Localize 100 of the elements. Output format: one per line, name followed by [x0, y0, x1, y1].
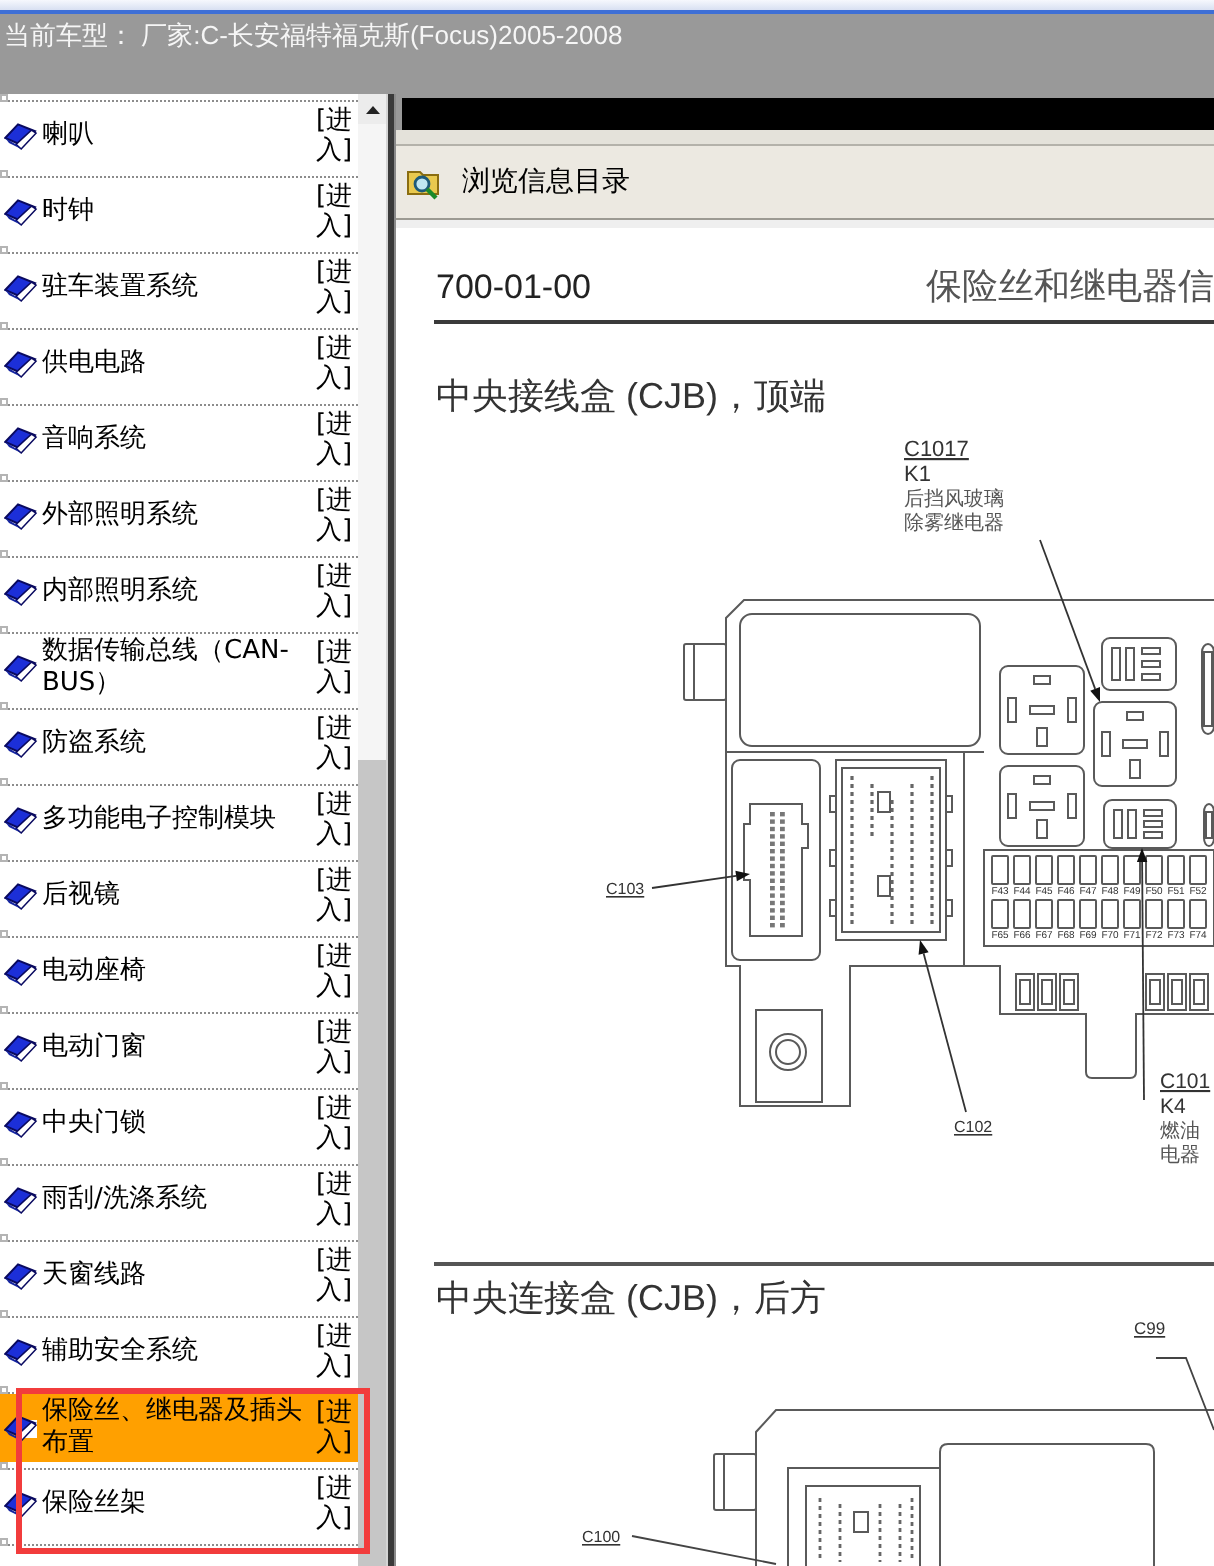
enter-link[interactable]: [进入]: [316, 1474, 356, 1534]
sidebar-item[interactable]: 天窗线路 [进入]: [0, 1242, 358, 1310]
item-label: 防盗系统: [42, 728, 148, 760]
marker-icon: [0, 94, 8, 102]
fuse-slot: [1013, 855, 1031, 885]
terminal-block: [1059, 973, 1079, 1011]
marker-icon: [0, 778, 8, 786]
item-label: 供电电路: [42, 348, 148, 380]
enter-link[interactable]: [进入]: [316, 258, 356, 318]
marker-icon: [0, 246, 8, 254]
item-label: 电动座椅: [42, 956, 148, 988]
document-title: 保险丝和继电器信: [926, 268, 1214, 308]
marker-icon: [0, 1462, 8, 1470]
enter-link[interactable]: [进入]: [316, 1322, 356, 1382]
enter-link[interactable]: [进入]: [316, 1018, 356, 1078]
sidebar-item[interactable]: 数据传输总线（CAN-BUS） [进入]: [0, 634, 358, 702]
connector-label: C101: [1160, 1070, 1211, 1094]
item-label: 雨刮/洗涤系统: [42, 1184, 209, 1216]
mounting-peg: [713, 1453, 757, 1511]
relay-label: K1: [904, 463, 931, 487]
sidebar-item[interactable]: 辅助安全系统 [进入]: [0, 1318, 358, 1386]
fuse-slot: [1101, 855, 1119, 885]
sidebar-item[interactable]: 保险丝架 [进入]: [0, 1470, 358, 1538]
relay-socket: [1093, 701, 1177, 787]
fuse-slot: [1057, 899, 1075, 929]
enter-link[interactable]: [进入]: [316, 714, 356, 774]
fuse-slot: [1013, 899, 1031, 929]
sidebar-item[interactable]: 多功能电子控制模块 [进入]: [0, 786, 358, 854]
item-label: 数据传输总线（CAN-BUS）: [42, 636, 291, 700]
fuse-slot: [1035, 899, 1053, 929]
current-model-text: 当前车型： 厂家:C-长安福特福克斯(Focus)2005-2008: [4, 20, 623, 50]
connector-label: C102: [954, 1118, 993, 1136]
enter-link[interactable]: [进入]: [316, 182, 356, 242]
sidebar-item[interactable]: 防盗系统 [进入]: [0, 710, 358, 778]
enter-link[interactable]: [进入]: [316, 1398, 356, 1458]
up-arrow-icon: [365, 105, 379, 113]
sidebar-item[interactable]: 音响系统 [进入]: [0, 406, 358, 474]
enter-link[interactable]: [进入]: [316, 1094, 356, 1154]
item-label: 内部照明系统: [42, 576, 200, 608]
connector-label: C1017: [904, 438, 969, 462]
enter-link[interactable]: [进入]: [316, 106, 356, 166]
marker-icon: [0, 1234, 8, 1242]
enter-link[interactable]: [进入]: [316, 562, 356, 622]
item-label: 后视镜: [42, 880, 122, 912]
item-label: 保险丝、继电器及插头布置: [42, 1396, 304, 1460]
sidebar-item[interactable]: 中央门锁 [进入]: [0, 1090, 358, 1158]
fuse-slot: [1101, 899, 1119, 929]
marker-icon: [0, 1158, 8, 1166]
fuse-slot: [1079, 855, 1097, 885]
sidebar-item[interactable]: 内部照明系统 [进入]: [0, 558, 358, 626]
section-heading: 中央接线盒 (CJB)，顶端: [436, 376, 828, 416]
relay-socket: [999, 765, 1085, 847]
sidebar-item[interactable]: 外部照明系统 [进入]: [0, 482, 358, 550]
document-code: 700-01-00: [436, 268, 592, 308]
item-label: 天窗线路: [42, 1260, 148, 1292]
marker-icon: [0, 322, 8, 330]
leader-arrow: [651, 870, 750, 889]
sidebar-item[interactable]: 喇叭 [进入]: [0, 102, 358, 170]
fuse-slot: [1167, 899, 1185, 929]
enter-link[interactable]: [进入]: [316, 638, 356, 698]
marker-icon: [0, 474, 8, 482]
mounting-peg: [683, 643, 727, 701]
terminal-block: [1015, 973, 1035, 1011]
terminal-block: [1167, 973, 1187, 1011]
marker-icon: [0, 550, 8, 558]
sidebar-item[interactable]: 雨刮/洗涤系统 [进入]: [0, 1166, 358, 1234]
sidebar-item[interactable]: 保险丝、继电器及插头布置 [进入]: [0, 1394, 358, 1462]
book-icon: [4, 1412, 38, 1444]
item-label: 多功能电子控制模块: [42, 804, 278, 836]
fuse-slot: [1189, 899, 1207, 929]
marker-icon: [0, 1538, 8, 1546]
scrollbar-thumb[interactable]: [358, 760, 386, 1566]
fuse-slot: [1167, 855, 1185, 885]
sidebar-item[interactable]: 电动门窗 [进入]: [0, 1014, 358, 1082]
item-label: 喇叭: [42, 120, 96, 152]
enter-link[interactable]: [进入]: [316, 1246, 356, 1306]
fuse-slot: [991, 899, 1009, 929]
fuse-slot: [1079, 899, 1097, 929]
enter-link[interactable]: [进入]: [316, 1170, 356, 1230]
connector-label: C103: [606, 880, 645, 898]
fuse-slot: [1123, 899, 1141, 929]
relay-label: K4: [1160, 1095, 1186, 1119]
enter-link[interactable]: [进入]: [316, 410, 356, 470]
enter-link[interactable]: [进入]: [316, 486, 356, 546]
item-label: 外部照明系统: [42, 500, 200, 532]
sidebar-item[interactable]: 驻车装置系统 [进入]: [0, 254, 358, 322]
item-label: 音响系统: [42, 424, 148, 456]
mounting-tab: [755, 1009, 823, 1103]
sidebar-item[interactable]: 时钟 [进入]: [0, 178, 358, 246]
scroll-up-button[interactable]: [358, 94, 386, 124]
sidebar-item[interactable]: 电动座椅 [进入]: [0, 938, 358, 1006]
enter-link[interactable]: [进入]: [316, 942, 356, 1002]
enter-link[interactable]: [进入]: [316, 790, 356, 850]
sidebar-item[interactable]: 供电电路 [进入]: [0, 330, 358, 398]
enter-link[interactable]: [进入]: [316, 866, 356, 926]
terminal-block: [1145, 973, 1165, 1011]
scrollbar-track[interactable]: [358, 94, 386, 1566]
item-label: 电动门窗: [42, 1032, 148, 1064]
sidebar-item[interactable]: 后视镜 [进入]: [0, 862, 358, 930]
enter-link[interactable]: [进入]: [316, 334, 356, 394]
